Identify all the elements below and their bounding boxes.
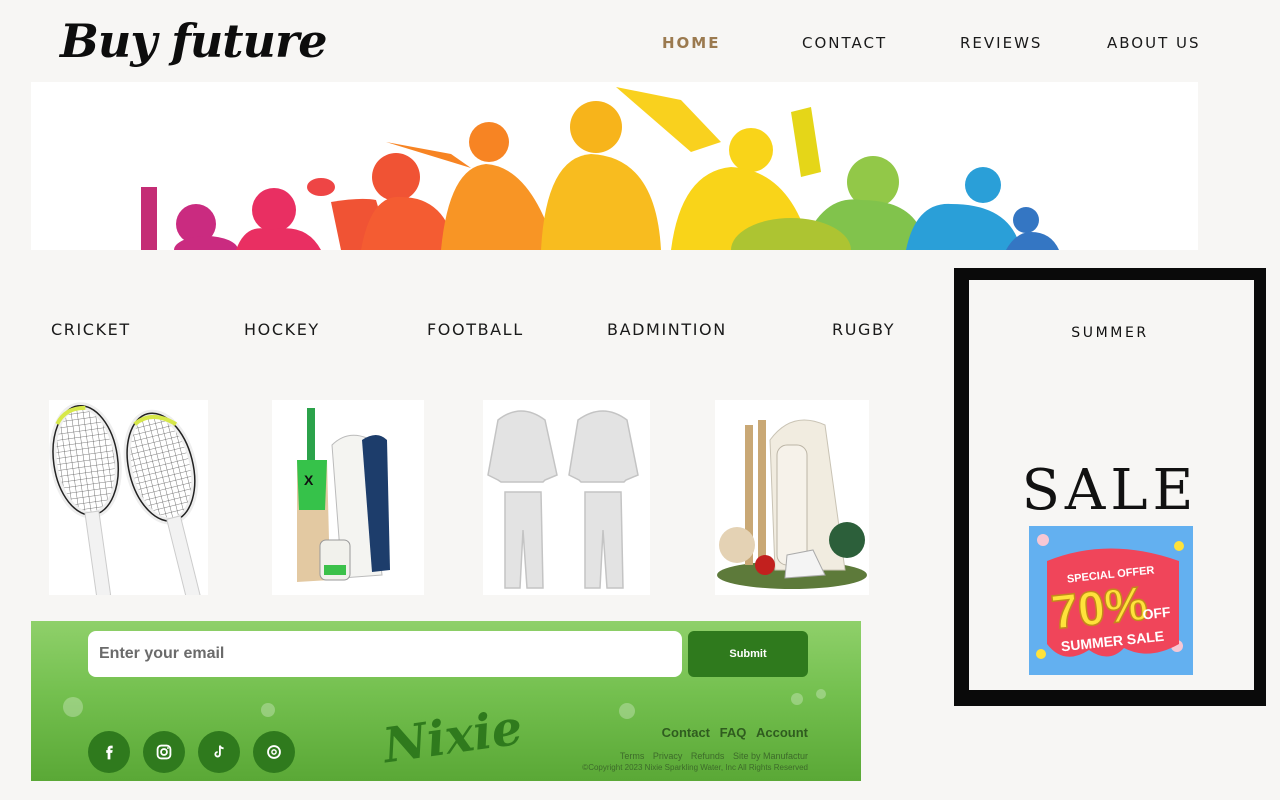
category-badmintion[interactable]: BADMINTION <box>607 320 727 339</box>
footer-link-terms[interactable]: Terms <box>620 751 645 761</box>
cricket-kit-image <box>717 419 867 589</box>
nav-reviews[interactable]: REVIEWS <box>960 34 1042 52</box>
nav-contact[interactable]: CONTACT <box>802 34 887 52</box>
product-tracksuit[interactable] <box>483 400 650 595</box>
decor-bubble <box>619 703 635 719</box>
instagram-icon[interactable] <box>143 731 185 773</box>
category-hockey[interactable]: HOCKEY <box>244 320 320 339</box>
product-cricket-kit[interactable] <box>715 400 869 595</box>
cricket-bat-pads-image: X <box>297 408 390 582</box>
copyright-text: ©Copyright 2023 Nixie Sparkling Water, I… <box>582 763 808 772</box>
submit-button[interactable]: Submit <box>688 631 808 677</box>
summer-label: SUMMER <box>1071 325 1149 341</box>
footer-link-privacy[interactable]: Privacy <box>653 751 683 761</box>
nav-about-us[interactable]: ABOUT US <box>1107 34 1201 52</box>
decor-bubble <box>261 703 275 717</box>
badge-off: OFF <box>1142 604 1172 623</box>
decor-bubble <box>816 689 826 699</box>
sale-title: SALE <box>1021 458 1199 523</box>
nav-home[interactable]: HOME <box>662 34 720 52</box>
decor-bubble <box>63 697 83 717</box>
tennis-rackets-image <box>49 402 202 595</box>
footer-link-site-by[interactable]: Site by Manufactur <box>733 751 808 761</box>
category-cricket[interactable]: CRICKET <box>51 320 131 339</box>
tracksuit-image <box>487 410 639 589</box>
product-cricket-bat-pads[interactable]: X <box>272 400 424 595</box>
product-tennis-rackets[interactable] <box>49 400 208 595</box>
summer-sale-card[interactable]: SUMMER SALE SPECIAL OFFER 70% OFF SUMMER… <box>954 268 1266 706</box>
footer-link-contact[interactable]: Contact <box>662 725 710 740</box>
footer-link-account[interactable]: Account <box>756 725 808 740</box>
footer-link-faq[interactable]: FAQ <box>720 725 747 740</box>
facebook-icon[interactable] <box>88 731 130 773</box>
category-menu: CRICKET HOCKEY FOOTBALL BADMINTION RUGBY <box>0 320 940 344</box>
category-football[interactable]: FOOTBALL <box>427 320 524 339</box>
svg-text:X: X <box>304 472 314 488</box>
sale-badge-graphic: SPECIAL OFFER 70% OFF SUMMER SALE <box>1029 526 1193 675</box>
summer-sale-badge[interactable]: SPECIAL OFFER 70% OFF SUMMER SALE <box>1029 526 1193 675</box>
footer-link-refunds[interactable]: Refunds <box>691 751 725 761</box>
nixie-brand-logo: Nixie <box>379 699 526 775</box>
email-input[interactable] <box>88 631 682 677</box>
sports-silhouettes-image <box>141 87 1059 250</box>
threads-icon[interactable] <box>253 731 295 773</box>
tiktok-icon[interactable] <box>198 731 240 773</box>
decor-bubble <box>791 693 803 705</box>
footer-small-links: Terms Privacy Refunds Site by Manufactur <box>614 751 808 761</box>
footer-links: Contact FAQ Account <box>656 725 808 740</box>
category-rugby[interactable]: RUGBY <box>832 320 895 339</box>
hero-banner <box>31 82 1198 250</box>
main-nav: HOME CONTACT REVIEWS ABOUT US <box>0 34 1280 54</box>
newsletter-footer: Submit Nixie Contact FAQ Account Terms P… <box>31 621 861 781</box>
